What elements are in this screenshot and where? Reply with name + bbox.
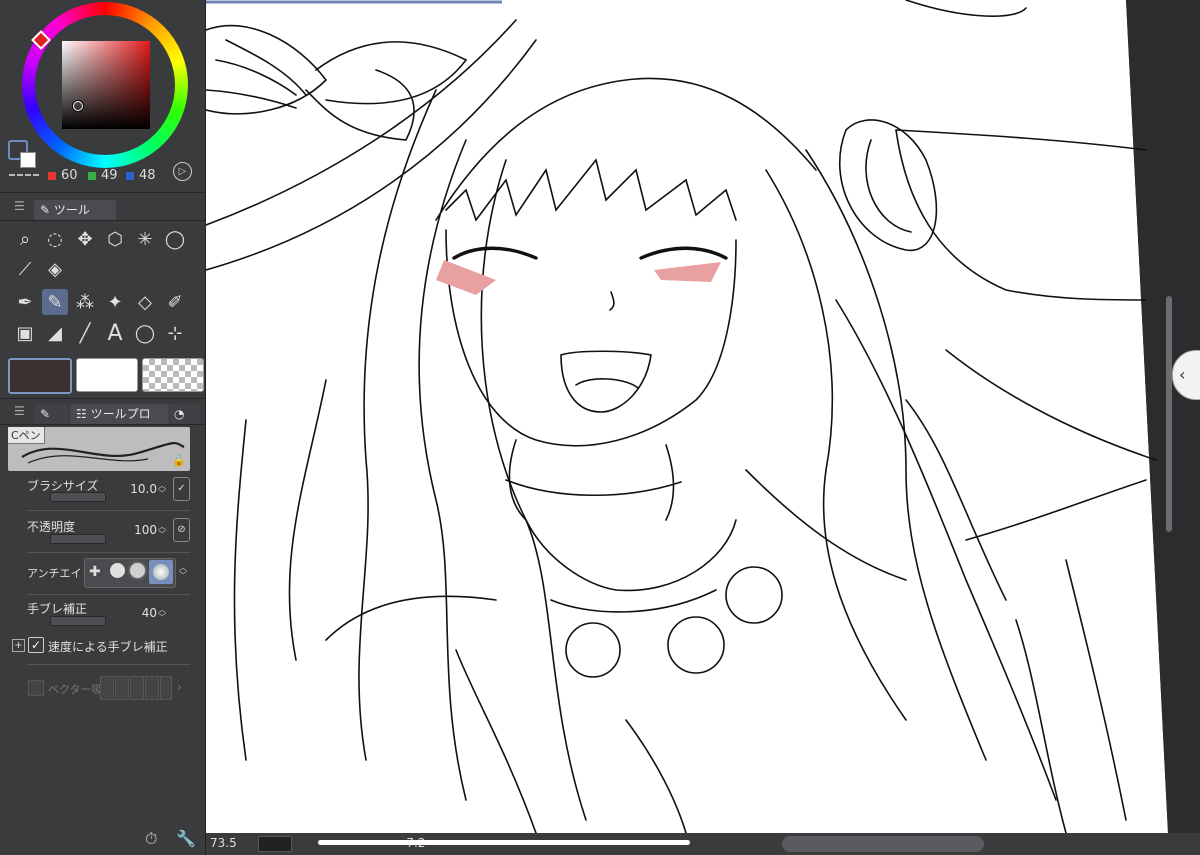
pencil-icon[interactable]: ✎ (42, 289, 68, 315)
transparent-swatch[interactable] (142, 358, 204, 392)
main-sub-color[interactable] (8, 140, 40, 172)
main-color-big-swatch[interactable] (8, 358, 72, 394)
decoration-icon[interactable]: ✦ (102, 289, 128, 315)
tab-sub-tool[interactable]: ✎ (34, 404, 68, 424)
color-settings-icon[interactable]: ▷ (173, 162, 192, 181)
text-icon[interactable]: A (102, 320, 128, 346)
antialias-label: アンチエイリ (27, 567, 93, 580)
opacity-label: 不透明度 (27, 520, 76, 534)
antialias-spinner[interactable]: ︿ ﹀ (179, 564, 187, 580)
red-value[interactable]: 60 (48, 168, 78, 183)
chevron-left-icon: ‹ (1179, 365, 1186, 384)
move-icon[interactable]: ✥ (72, 226, 98, 252)
stabilizer-label: 手ブレ補正 (27, 602, 88, 616)
pen-tab-icon: ✎ (40, 203, 51, 217)
tab-tool[interactable]: ✎ ツール (34, 200, 116, 220)
vector-options[interactable] (100, 676, 172, 700)
tool-panel-menu-icon[interactable]: ☰ (14, 199, 25, 213)
brush-size-spinner[interactable]: ︿ ﹀ (158, 482, 166, 498)
antialias-weak-icon[interactable] (110, 563, 125, 578)
brush-size-slider[interactable] (50, 492, 106, 502)
saturation-value-square[interactable] (62, 41, 150, 129)
brush-tab-icon: ✎ (40, 407, 51, 421)
color-cursor[interactable] (73, 101, 83, 111)
sub-color-swatch[interactable] (20, 152, 36, 168)
fill-icon[interactable]: ◈ (42, 256, 68, 282)
brush-stroke-preview (21, 441, 185, 464)
sub-color-big-swatch[interactable] (76, 358, 138, 392)
gradient-icon[interactable]: ▣ (12, 320, 38, 346)
tab-brush-size[interactable]: ◔ (168, 404, 200, 424)
lasso-icon[interactable]: ◯ (162, 226, 188, 252)
opacity-spinner[interactable]: ︿ ﹀ (158, 523, 166, 539)
zoom-icon[interactable]: ⌕ (12, 226, 38, 252)
stabilizer-spinner[interactable]: ︿ ﹀ (158, 606, 166, 622)
canvas-area[interactable]: ‹ (206, 0, 1200, 833)
brush-size-value[interactable]: 10.0 (125, 482, 157, 496)
opacity-slider[interactable] (50, 534, 106, 544)
home-indicator (318, 840, 690, 845)
sliders-icon: ☷ (76, 407, 87, 421)
vector-checkbox[interactable] (28, 680, 44, 696)
tab-tool-property[interactable]: ☷ ツールプロ (70, 404, 174, 424)
horizontal-scrollbar[interactable] (782, 836, 984, 852)
zoom-slider[interactable] (258, 836, 292, 852)
brush-size-icon: ◔ (174, 407, 185, 421)
stabilizer-slider[interactable] (50, 616, 106, 626)
ruler-icon[interactable]: ⊹ (162, 320, 188, 346)
antialias-strong-icon[interactable] (149, 560, 173, 584)
vector-chevron-icon[interactable]: › (177, 680, 182, 694)
opacity-value[interactable]: 100 (125, 523, 157, 537)
balloon-icon[interactable]: ◯ (132, 320, 158, 346)
antialias-none-icon[interactable]: ✚ (89, 564, 101, 580)
wrench-icon[interactable]: 🔧 (176, 829, 196, 848)
tool-property-menu-icon[interactable]: ☰ (14, 404, 25, 418)
opacity-settings-button[interactable]: ⊘ (173, 518, 190, 542)
stabilizer-value[interactable]: 40 (125, 606, 157, 620)
pen-icon[interactable]: ✒ (12, 289, 38, 315)
lock-icon[interactable]: 🔓 (172, 454, 186, 467)
airbrush-icon[interactable]: ⁂ (72, 289, 98, 315)
vector-label: ベクター吸 (48, 683, 103, 696)
antialias-options[interactable]: ✚ (84, 558, 176, 588)
eyedropper-icon[interactable]: ⟋ (12, 256, 38, 282)
brush-size-dropdown[interactable]: ✓ (173, 477, 190, 501)
green-value[interactable]: 49 (88, 168, 118, 183)
blue-value[interactable]: 48 (126, 168, 156, 183)
app-window: 60 49 48 ▷ ☰ ✎ ツール ⌕ ◌ ✥ ⬡ ✳ ◯ ⟋ ◈ ✒ ✎ ⁂… (0, 0, 1200, 855)
zoom-value[interactable]: 73.5 (210, 836, 237, 850)
speed-stabilizer-label: 速度による手ブレ補正 (48, 640, 168, 654)
timer-icon[interactable]: ⏱ (145, 829, 157, 849)
rotate-icon[interactable]: ◌ (42, 226, 68, 252)
expand-icon[interactable]: + (12, 639, 25, 652)
line-icon[interactable]: ╱ (72, 320, 98, 346)
figure-icon[interactable]: ◢ (42, 320, 68, 346)
eraser-icon[interactable]: ◇ (132, 289, 158, 315)
blend-icon[interactable]: ✐ (162, 289, 188, 315)
left-panel: 60 49 48 ▷ ☰ ✎ ツール ⌕ ◌ ✥ ⬡ ✳ ◯ ⟋ ◈ ✒ ✎ ⁂… (0, 0, 206, 855)
vertical-scrollbar[interactable] (1166, 296, 1172, 532)
transparent-color-icon[interactable] (9, 174, 39, 186)
antialias-middle-icon[interactable] (130, 563, 145, 578)
auto-select-icon[interactable]: ✳ (132, 226, 158, 252)
drawing-canvas[interactable] (206, 0, 1200, 833)
object-icon[interactable]: ⬡ (102, 226, 128, 252)
brush-preview[interactable]: Cペン 🔓 (8, 427, 190, 471)
speed-stabilizer-checkbox[interactable]: ✓ (28, 637, 44, 653)
